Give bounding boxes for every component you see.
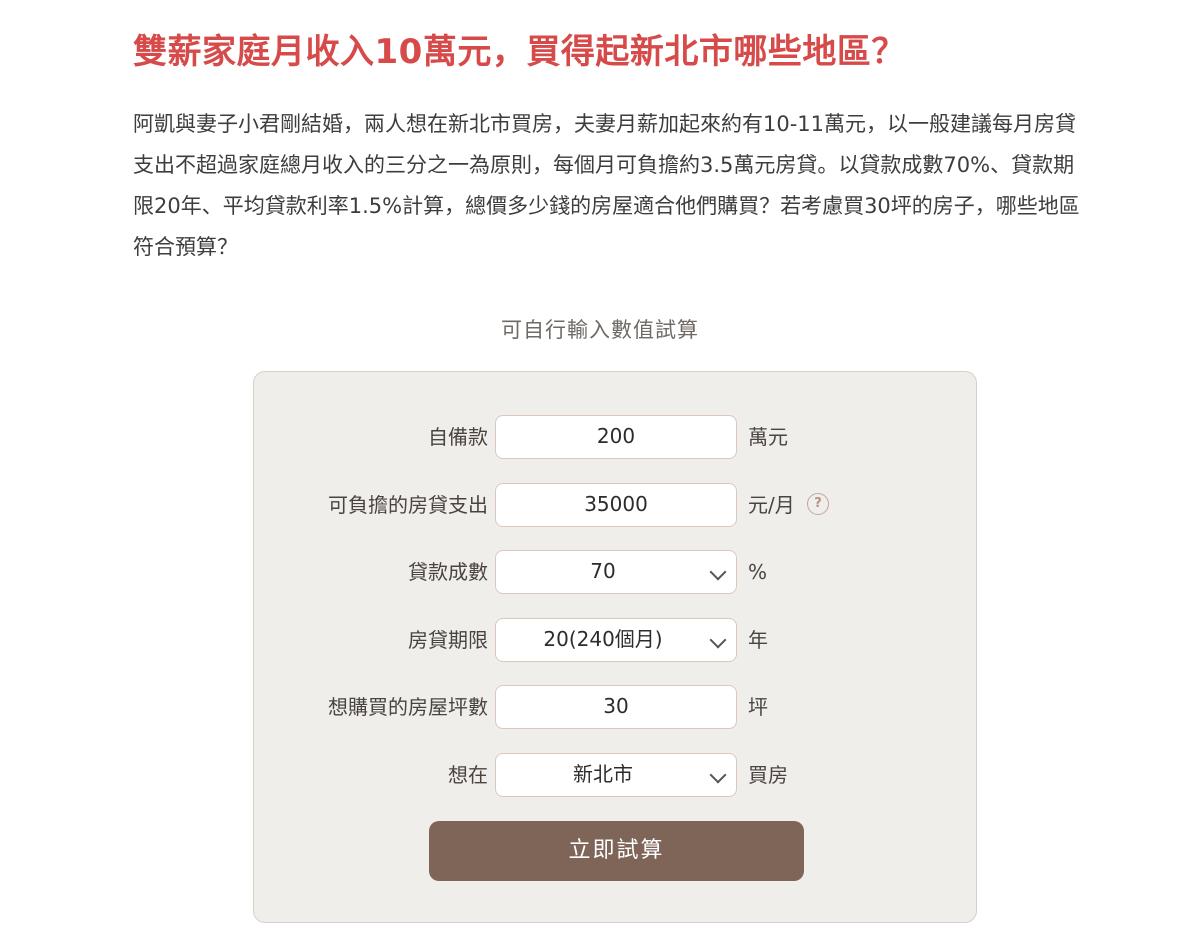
city-label: 想在 [448,763,488,787]
loan-ratio-select[interactable]: 70 [495,550,737,594]
monthly-payment-label: 可負擔的房貸支出 [328,493,488,517]
city-row: 想在 新北市 買房 [254,753,978,797]
loan-ratio-unit: % [748,560,768,584]
city-unit: 買房 [748,763,788,787]
loan-term-select[interactable]: 20(240個月) [495,618,737,662]
mortgage-calculator-panel: 自備款 200 萬元 可負擔的房貸支出 35000 元/月 ? 貸款成數 70 … [253,371,977,923]
monthly-payment-input[interactable]: 35000 [495,483,737,527]
floor-area-unit: 坪 [748,695,768,719]
calculator-caption: 可自行輸入數值試算 [501,318,699,342]
city-selected-value: 新北市 [573,762,633,786]
floor-area-row: 想購買的房屋坪數 30 坪 [254,685,978,729]
loan-ratio-label: 貸款成數 [408,560,488,584]
calculate-button[interactable]: 立即試算 [429,821,804,881]
loan-term-row: 房貸期限 20(240個月) 年 [254,618,978,662]
loan-term-unit: 年 [748,628,768,652]
down-payment-unit: 萬元 [748,425,788,449]
floor-area-label: 想購買的房屋坪數 [328,695,488,719]
down-payment-label: 自備款 [428,425,488,449]
article-headline: 雙薪家庭月收入10萬元，買得起新北市哪些地區？ [133,32,906,72]
loan-term-label: 房貸期限 [408,628,488,652]
loan-term-selected-value: 20(240個月) [543,627,663,651]
city-select[interactable]: 新北市 [495,753,737,797]
floor-area-input[interactable]: 30 [495,685,737,729]
loan-ratio-selected-value: 70 [590,559,616,583]
monthly-payment-row: 可負擔的房貸支出 35000 元/月 ? [254,483,978,527]
chevron-down-icon [709,766,727,784]
article-intro: 阿凱與妻子小君剛結婚，兩人想在新北市買房，夫妻月薪加起來約有10-11萬元，以一… [133,112,1080,259]
down-payment-input[interactable]: 200 [495,415,737,459]
chevron-down-icon [709,563,727,581]
down-payment-row: 自備款 200 萬元 [254,415,978,459]
article: 雙薪家庭月收入10萬元，買得起新北市哪些地區？ 阿凱與妻子小君剛結婚，兩人想在新… [133,28,1093,268]
chevron-down-icon [709,631,727,649]
monthly-payment-unit: 元/月 [748,493,795,517]
question-mark-icon[interactable]: ? [807,493,829,515]
loan-ratio-row: 貸款成數 70 % [254,550,978,594]
